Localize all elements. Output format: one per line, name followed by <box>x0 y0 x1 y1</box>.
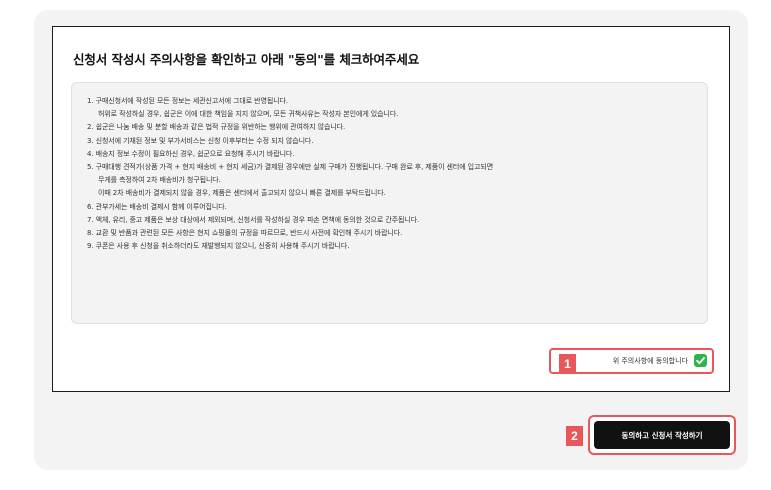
notice-item: 7. 액체, 유리, 중고 제품은 보상 대상에서 제외되며, 신청서를 작성하… <box>87 214 493 227</box>
notice-item: 1. 구매신청서에 작성된 모든 정보는 세관신고서에 그대로 반영됩니다. 허… <box>87 95 493 121</box>
step-badge-1: 1 <box>559 354 576 374</box>
notice-item: 3. 신청서에 기재된 정보 및 부가서비스는 신청 이후부터는 수정 되지 않… <box>87 135 493 148</box>
notice-item: 2. 쉽군은 나눔 배송 및 분할 배송과 같은 법적 규정을 위반하는 행위에… <box>87 121 493 134</box>
notice-item: 8. 교환 및 반품과 관련된 모든 사항은 현지 쇼핑몰의 규정을 따르므로,… <box>87 227 493 240</box>
check-icon[interactable] <box>694 354 707 367</box>
agree-label: 위 주의사항에 동의합니다 <box>612 357 688 365</box>
submit-highlight: 동의하고 신청서 작성하기 <box>588 415 736 455</box>
notice-item: 4. 배송지 정보 수정이 필요하신 경우, 쉽군으로 요청해 주시기 바랍니다… <box>87 148 493 161</box>
notice-line: 2. 쉽군은 나눔 배송 및 분할 배송과 같은 법적 규정을 위반하는 행위에… <box>87 123 346 132</box>
notice-line: 허위로 작성하실 경우, 쉽군은 이에 대한 책임을 지지 않으며, 모든 귀책… <box>98 110 399 119</box>
notice-line: 1. 구매신청서에 작성된 모든 정보는 세관신고서에 그대로 반영됩니다. <box>87 97 288 105</box>
notice-line: 8. 교환 및 반품과 관련된 모든 사항은 현지 쇼핑몰의 규정을 따르므로,… <box>87 229 403 238</box>
notice-item: 6. 관부가세는 배송비 결제시 함께 이루어집니다. <box>87 201 493 214</box>
notice-line: 4. 배송지 정보 수정이 필요하신 경우, 쉽군으로 요청해 주시기 바랍니다… <box>87 149 295 158</box>
notice-line: 무게를 측정하여 2차 배송비가 청구됩니다. <box>98 176 221 185</box>
page-title: 신청서 작성시 주의사항을 확인하고 아래 "동의"를 체크하여주세요 <box>73 52 420 67</box>
notice-panel: 신청서 작성시 주의사항을 확인하고 아래 "동의"를 체크하여주세요 1. 구… <box>52 26 730 392</box>
notice-line: 9. 쿠폰은 사용 후 신청을 취소하더라도 재발행되지 않으니, 신중히 사용… <box>87 242 350 251</box>
notice-item: 5. 구매대행 견적가(상품 가격 + 현지 배송비 + 현지 세금)가 결제된… <box>87 161 493 201</box>
agree-submit-button[interactable]: 동의하고 신청서 작성하기 <box>594 421 730 449</box>
notice-line: 3. 신청서에 기재된 정보 및 부가서비스는 신청 이후부터는 수정 되지 않… <box>87 136 314 145</box>
notice-line: 6. 관부가세는 배송비 결제시 함께 이루어집니다. <box>87 202 227 211</box>
notice-list: 1. 구매신청서에 작성된 모든 정보는 세관신고서에 그대로 반영됩니다. 허… <box>87 95 493 253</box>
notice-line: 7. 액체, 유리, 중고 제품은 보상 대상에서 제외되며, 신청서를 작성하… <box>87 215 420 224</box>
step-badge-2: 2 <box>566 426 583 446</box>
notice-box: 1. 구매신청서에 작성된 모든 정보는 세관신고서에 그대로 반영됩니다. 허… <box>71 82 708 324</box>
notice-line: 5. 구매대행 견적가(상품 가격 + 현지 배송비 + 현지 세금)가 결제된… <box>87 163 494 172</box>
notice-line: 이때 2차 배송비가 결제되지 않을 경우, 제품은 센터에서 출고되지 않으니… <box>98 189 386 198</box>
notice-item: 9. 쿠폰은 사용 후 신청을 취소하더라도 재발행되지 않으니, 신중히 사용… <box>87 240 493 253</box>
